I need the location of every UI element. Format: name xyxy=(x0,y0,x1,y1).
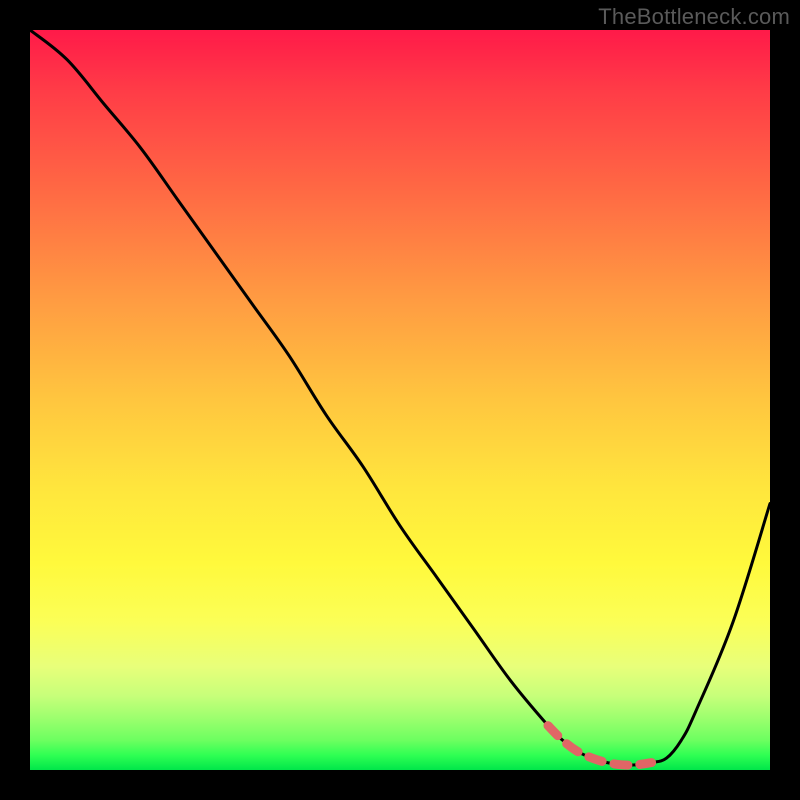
plot-gradient-area xyxy=(30,30,770,770)
curve-layer xyxy=(30,30,770,770)
watermark-text: TheBottleneck.com xyxy=(598,4,790,30)
chart-frame: TheBottleneck.com xyxy=(0,0,800,800)
bottleneck-curve-path xyxy=(30,30,770,765)
optimal-region-highlight xyxy=(548,726,652,766)
